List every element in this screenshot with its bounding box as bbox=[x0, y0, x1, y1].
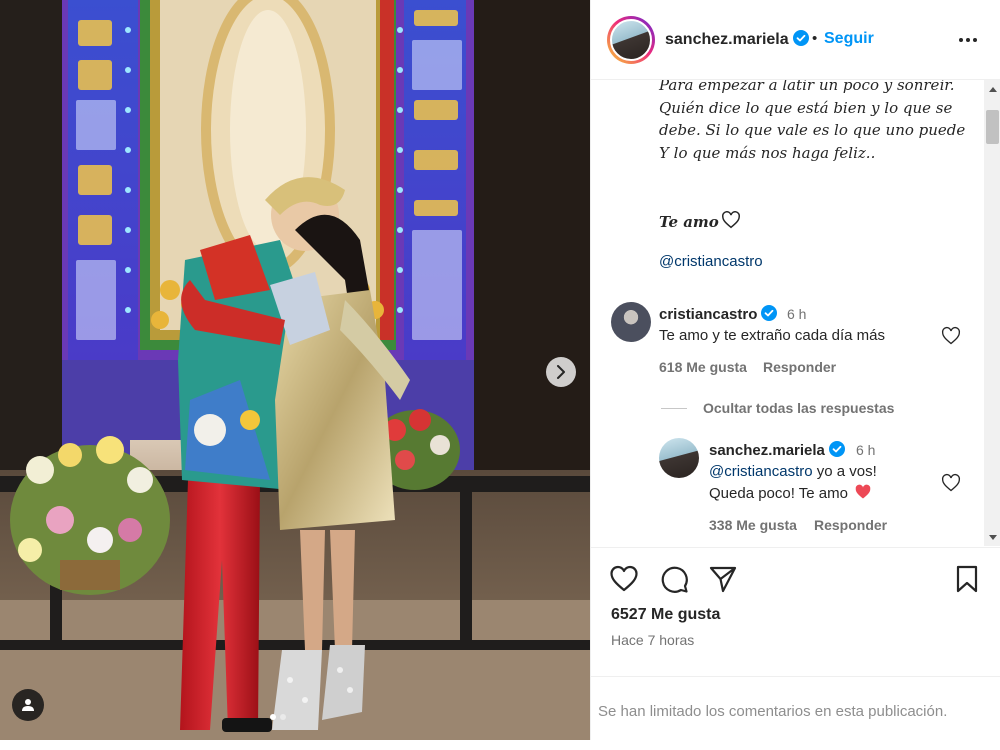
hide-replies-button[interactable]: Ocultar todas las respuestas bbox=[661, 400, 894, 416]
reply-text-line1: @cristiancastro yo a vos! bbox=[709, 461, 877, 483]
next-photo-button[interactable] bbox=[546, 357, 576, 387]
comment-time[interactable]: 6 h bbox=[787, 306, 806, 322]
reply-text-line2: Queda poco! Te amo bbox=[709, 483, 872, 505]
caption-closing-text: Te amo bbox=[659, 213, 719, 231]
verified-badge-icon bbox=[792, 30, 809, 46]
more-options-icon[interactable] bbox=[957, 30, 979, 50]
reply-username[interactable]: sanchez.mariela bbox=[709, 442, 825, 459]
reply-text-2: Queda poco! Te amo bbox=[709, 485, 848, 502]
carousel-dot bbox=[280, 714, 286, 720]
post-caption: Para empezar a latir un poco y sonreír. … bbox=[659, 80, 966, 162]
caption-mention[interactable]: @cristiancastro bbox=[659, 253, 763, 270]
reply-time[interactable]: 6 h bbox=[856, 442, 875, 458]
user-tag-icon bbox=[22, 699, 34, 711]
send-icon[interactable] bbox=[708, 564, 738, 594]
carousel-dots bbox=[270, 714, 286, 720]
caption-closing: Te amo bbox=[659, 211, 741, 231]
author-username[interactable]: sanchez.mariela bbox=[665, 31, 789, 48]
comment-like-heart-icon[interactable] bbox=[941, 326, 961, 346]
scroll-down-arrow-icon[interactable] bbox=[984, 529, 1000, 546]
reply-mention[interactable]: @cristiancastro bbox=[709, 463, 813, 480]
comment-likes[interactable]: 618 Me gusta bbox=[659, 359, 747, 375]
reply-username-row[interactable]: sanchez.mariela bbox=[709, 441, 845, 459]
post-likes-count[interactable]: 6527 Me gusta bbox=[611, 606, 720, 624]
heart-icon[interactable] bbox=[609, 564, 639, 594]
comment-text: Te amo y te extraño cada día más bbox=[659, 327, 885, 344]
comments-list[interactable]: Para empezar a latir un poco y sonreír. … bbox=[591, 80, 984, 546]
comment-username-row[interactable]: cristiancastro bbox=[659, 305, 778, 323]
author-username-row[interactable]: sanchez.mariela bbox=[665, 30, 809, 49]
hide-replies-label: Ocultar todas las respuestas bbox=[703, 400, 895, 416]
comment-reply-button[interactable]: Responder bbox=[763, 359, 836, 375]
reply-likes[interactable]: 338 Me gusta bbox=[709, 517, 797, 533]
comments-limited-notice: Se han limitado los comentarios en esta … bbox=[591, 676, 1000, 740]
post-actions: 6527 Me gusta Hace 7 horas bbox=[591, 547, 1000, 670]
user-tags-button[interactable] bbox=[12, 689, 44, 721]
follow-button[interactable]: Seguir bbox=[824, 30, 874, 48]
comment-avatar[interactable] bbox=[611, 302, 651, 342]
chevron-right-icon bbox=[557, 365, 565, 379]
comments-limited-text: Se han limitado los comentarios en esta … bbox=[598, 703, 948, 720]
comments-scrollbar[interactable] bbox=[984, 80, 1000, 546]
author-avatar[interactable] bbox=[607, 16, 655, 64]
reply-avatar[interactable] bbox=[659, 438, 699, 478]
reply-reply-button[interactable]: Responder bbox=[814, 517, 887, 533]
bookmark-icon[interactable] bbox=[952, 564, 982, 594]
carousel-dot-active bbox=[270, 714, 276, 720]
comment-icon[interactable] bbox=[659, 564, 689, 594]
author-avatar-image bbox=[610, 19, 652, 61]
header-separator: • bbox=[812, 30, 818, 47]
post-timestamp[interactable]: Hace 7 horas bbox=[611, 632, 694, 648]
post-details-panel: sanchez.mariela • Seguir Para empezar a … bbox=[590, 0, 1000, 740]
post-photo[interactable] bbox=[0, 0, 590, 740]
scrollbar-thumb[interactable] bbox=[986, 110, 999, 144]
heart-outline-icon bbox=[721, 211, 740, 229]
verified-badge-icon bbox=[761, 305, 778, 321]
hide-replies-divider bbox=[661, 407, 687, 409]
comment-username[interactable]: cristiancastro bbox=[659, 306, 757, 323]
scroll-up-arrow-icon[interactable] bbox=[984, 80, 1000, 97]
red-heart-emoji-icon bbox=[855, 484, 871, 499]
reply-like-heart-icon[interactable] bbox=[941, 473, 961, 493]
verified-badge-icon bbox=[828, 441, 845, 457]
couple-photo-illustration bbox=[0, 0, 590, 740]
post-header: sanchez.mariela • Seguir bbox=[591, 0, 1000, 80]
reply-text: yo a vos! bbox=[812, 463, 877, 480]
